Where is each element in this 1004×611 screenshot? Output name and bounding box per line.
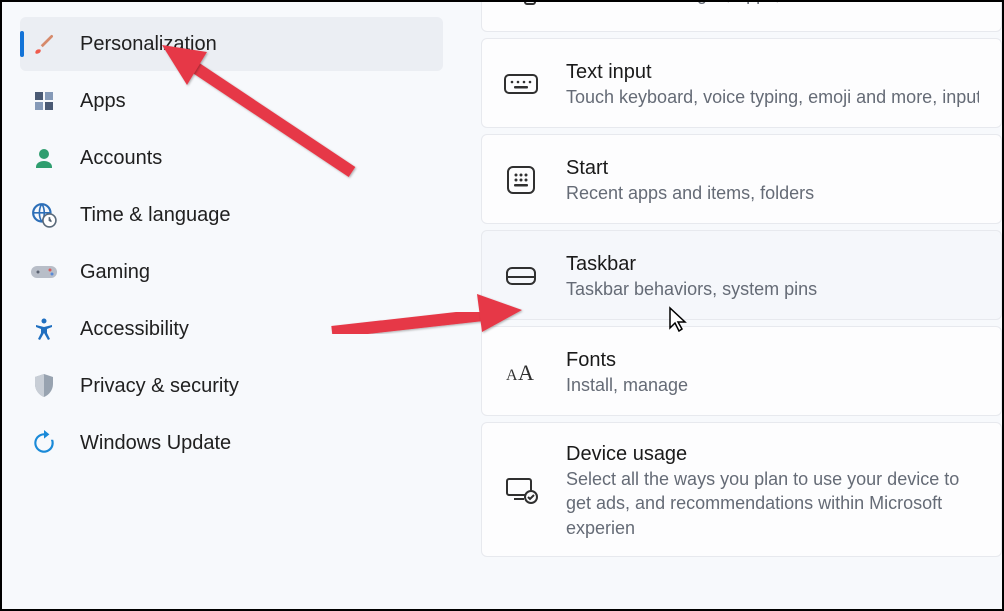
shield-icon xyxy=(30,372,58,400)
card-title: Taskbar xyxy=(566,251,979,277)
card-title: Device usage xyxy=(566,441,979,467)
sidebar-item-label: Apps xyxy=(80,90,126,113)
device-usage-icon xyxy=(504,473,538,507)
sidebar-item-label: Privacy & security xyxy=(80,375,239,398)
sidebar-item-label: Accounts xyxy=(80,147,162,170)
fonts-icon: AA xyxy=(504,355,538,389)
taskbar-icon xyxy=(504,259,538,293)
card-subtitle: Recent apps and items, folders xyxy=(566,181,979,205)
start-icon xyxy=(504,163,538,197)
keyboard-icon xyxy=(504,67,538,101)
svg-text:A: A xyxy=(518,360,534,385)
sidebar-item-accessibility[interactable]: Accessibility xyxy=(20,302,443,356)
card-lock-screen[interactable]: Lock screen images, apps, animations xyxy=(481,2,1002,32)
card-start[interactable]: Start Recent apps and items, folders xyxy=(481,134,1002,224)
card-subtitle: Taskbar behaviors, system pins xyxy=(566,277,979,301)
sidebar-item-label: Time & language xyxy=(80,204,230,227)
globe-clock-icon xyxy=(30,201,58,229)
sidebar-item-label: Windows Update xyxy=(80,432,231,455)
card-text: Device usage Select all the ways you pla… xyxy=(566,441,979,540)
card-device-usage[interactable]: Device usage Select all the ways you pla… xyxy=(481,422,1002,557)
card-text: Taskbar Taskbar behaviors, system pins xyxy=(566,251,979,301)
card-subtitle: Select all the ways you plan to use your… xyxy=(566,467,979,540)
person-icon xyxy=(30,144,58,172)
sidebar-item-personalization[interactable]: Personalization xyxy=(20,17,443,71)
sidebar-item-privacy-security[interactable]: Privacy & security xyxy=(20,359,443,413)
card-subtitle: Lock screen images, apps, animations xyxy=(566,2,979,6)
brush-icon xyxy=(30,30,58,58)
card-text: Start Recent apps and items, folders xyxy=(566,155,979,205)
card-text: Text input Touch keyboard, voice typing,… xyxy=(566,59,979,109)
update-icon xyxy=(30,429,58,457)
lock-screen-icon xyxy=(504,2,538,11)
card-subtitle: Touch keyboard, voice typing, emoji and … xyxy=(566,85,979,109)
card-text-input[interactable]: Text input Touch keyboard, voice typing,… xyxy=(481,38,1002,128)
sidebar-item-windows-update[interactable]: Windows Update xyxy=(20,416,443,470)
sidebar-item-accounts[interactable]: Accounts xyxy=(20,131,443,185)
sidebar-item-apps[interactable]: Apps xyxy=(20,74,443,128)
card-fonts[interactable]: AA Fonts Install, manage xyxy=(481,326,1002,416)
accessibility-icon xyxy=(30,315,58,343)
svg-text:A: A xyxy=(506,367,518,384)
card-title: Fonts xyxy=(566,347,979,373)
sidebar-item-label: Accessibility xyxy=(80,318,189,341)
gamepad-icon xyxy=(30,258,58,286)
sidebar: Personalization Apps Accounts Time & lan… xyxy=(2,2,457,609)
card-title: Start xyxy=(566,155,979,181)
sidebar-item-label: Gaming xyxy=(80,261,150,284)
card-taskbar[interactable]: Taskbar Taskbar behaviors, system pins xyxy=(481,230,1002,320)
sidebar-item-label: Personalization xyxy=(80,33,217,56)
card-text: Lock screen images, apps, animations xyxy=(566,2,979,6)
card-subtitle: Install, manage xyxy=(566,373,979,397)
settings-content: Lock screen images, apps, animations Tex… xyxy=(457,2,1002,609)
card-text: Fonts Install, manage xyxy=(566,347,979,397)
sidebar-item-gaming[interactable]: Gaming xyxy=(20,245,443,299)
card-title: Text input xyxy=(566,59,979,85)
sidebar-item-time-language[interactable]: Time & language xyxy=(20,188,443,242)
apps-icon xyxy=(30,87,58,115)
sidebar-list: Personalization Apps Accounts Time & lan… xyxy=(20,17,457,470)
